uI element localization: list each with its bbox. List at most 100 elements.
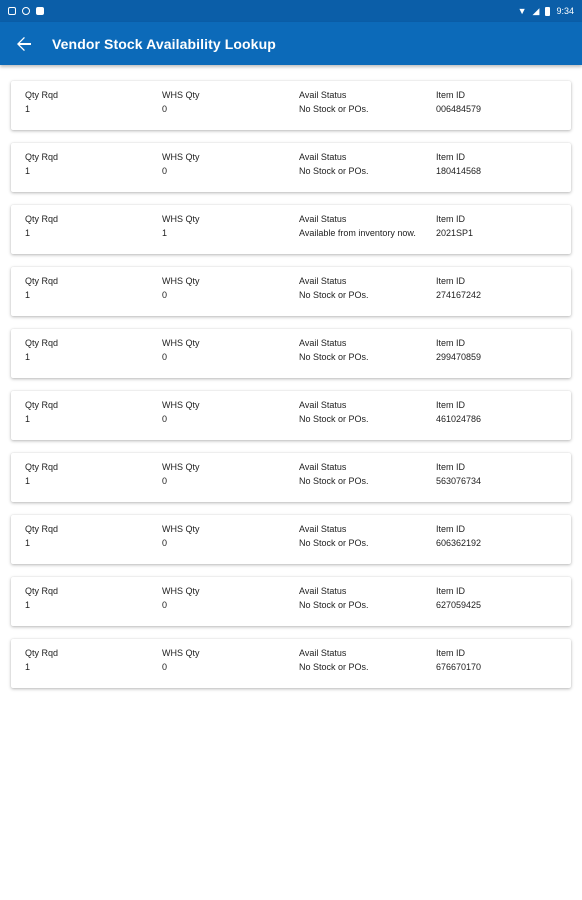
item-id-label: Item ID (436, 90, 466, 100)
item-id-label: Item ID (436, 462, 466, 472)
avail-status-cell: Avail Status No Stock or POs. (299, 648, 436, 688)
item-id-value: 563076734 (436, 476, 482, 486)
qty-rqd-value: 1 (25, 290, 31, 300)
item-id-label: Item ID (436, 276, 466, 286)
item-id-value: 2021SP1 (436, 228, 474, 238)
item-id-cell: Item ID 299470859 (436, 338, 571, 378)
qty-rqd-cell: Qty Rqd 1 (25, 152, 162, 192)
qty-rqd-value: 1 (25, 662, 31, 672)
item-id-cell: Item ID 606362192 (436, 524, 571, 564)
list-item[interactable]: Qty Rqd 1 WHS Qty 0 Avail Status No Stock or … (11, 515, 571, 564)
avail-status-label: Avail Status (299, 648, 347, 658)
avail-status-value: No Stock or POs. (299, 662, 369, 672)
qty-rqd-value: 1 (25, 538, 31, 548)
qty-rqd-label: Qty Rqd (25, 524, 59, 534)
whs-qty-label: WHS Qty (162, 276, 200, 286)
whs-qty-cell: WHS Qty 0 (162, 524, 299, 564)
avail-status-cell: Avail Status No Stock or POs. (299, 400, 436, 440)
qty-rqd-value: 1 (25, 414, 31, 424)
qty-rqd-label: Qty Rqd (25, 152, 59, 162)
avail-status-label: Avail Status (299, 462, 347, 472)
list-item[interactable]: Qty Rqd 1 WHS Qty 0 Avail Status No Stock or … (11, 391, 571, 440)
item-id-cell: Item ID 180414568 (436, 152, 571, 192)
list-item[interactable]: Qty Rqd 1 WHS Qty 0 Avail Status No Stock or … (11, 267, 571, 316)
qty-rqd-label: Qty Rqd (25, 276, 59, 286)
avail-status-label: Avail Status (299, 338, 347, 348)
avail-status-cell: Avail Status No Stock or POs. (299, 152, 436, 192)
item-id-cell: Item ID 2021SP1 (436, 214, 571, 254)
whs-qty-label: WHS Qty (162, 338, 200, 348)
item-id-label: Item ID (436, 214, 466, 224)
status-icons-left (8, 7, 44, 15)
status-icons-right: ▼ ◢ 9:34 (518, 6, 574, 17)
qty-rqd-value: 1 (25, 166, 31, 176)
item-id-cell: Item ID 274167242 (436, 276, 571, 316)
item-id-cell: Item ID 676670170 (436, 648, 571, 688)
list-item[interactable]: Qty Rqd 1 WHS Qty 0 Avail Status No Stock or … (11, 453, 571, 502)
list-item[interactable]: Qty Rqd 1 WHS Qty 0 Avail Status No Stock or … (11, 639, 571, 688)
avail-status-value: No Stock or POs. (299, 600, 369, 610)
item-id-value: 180414568 (436, 166, 482, 176)
sd-card-icon (36, 7, 44, 15)
whs-qty-cell: WHS Qty 0 (162, 90, 299, 130)
signal-icon: ◢ (532, 5, 540, 16)
avail-status-value: No Stock or POs. (299, 352, 369, 362)
item-id-label: Item ID (436, 648, 466, 658)
list-item[interactable]: Qty Rqd 1 WHS Qty 0 Avail Status No Stock or … (11, 143, 571, 192)
qty-rqd-cell: Qty Rqd 1 (25, 586, 162, 626)
list-item[interactable]: Qty Rqd 1 WHS Qty 1 Avail Status Available fr… (11, 205, 571, 254)
arrow-left-icon[interactable] (12, 32, 36, 56)
avail-status-value: No Stock or POs. (299, 166, 369, 176)
battery-icon (545, 6, 551, 16)
clock: 9:34 (556, 6, 574, 16)
whs-qty-value: 1 (162, 228, 168, 238)
qty-rqd-label: Qty Rqd (25, 400, 59, 410)
whs-qty-value: 0 (162, 166, 168, 176)
item-id-cell: Item ID 627059425 (436, 586, 571, 626)
whs-qty-label: WHS Qty (162, 462, 200, 472)
avail-status-value: No Stock or POs. (299, 104, 369, 114)
avail-status-value: No Stock or POs. (299, 538, 369, 548)
item-id-value: 627059425 (436, 600, 482, 610)
qty-rqd-value: 1 (25, 352, 31, 362)
avail-status-cell: Avail Status No Stock or POs. (299, 586, 436, 626)
list-item[interactable]: Qty Rqd 1 WHS Qty 0 Avail Status No Stock or … (11, 81, 571, 130)
whs-qty-value: 0 (162, 414, 168, 424)
item-id-label: Item ID (436, 152, 466, 162)
qty-rqd-label: Qty Rqd (25, 648, 59, 658)
avail-status-cell: Avail Status No Stock or POs. (299, 276, 436, 316)
whs-qty-value: 0 (162, 476, 168, 486)
avail-status-cell: Avail Status No Stock or POs. (299, 524, 436, 564)
whs-qty-cell: WHS Qty 0 (162, 400, 299, 440)
status-bar: ▼ ◢ 9:34 (0, 0, 582, 22)
qty-rqd-cell: Qty Rqd 1 (25, 648, 162, 688)
whs-qty-label: WHS Qty (162, 90, 200, 100)
qty-rqd-cell: Qty Rqd 1 (25, 90, 162, 130)
list-item[interactable]: Qty Rqd 1 WHS Qty 0 Avail Status No Stock or … (11, 577, 571, 626)
qty-rqd-label: Qty Rqd (25, 586, 59, 596)
item-id-cell: Item ID 461024786 (436, 400, 571, 440)
avail-status-cell: Avail Status No Stock or POs. (299, 462, 436, 502)
whs-qty-cell: WHS Qty 0 (162, 586, 299, 626)
item-id-label: Item ID (436, 524, 466, 534)
list-item[interactable]: Qty Rqd 1 WHS Qty 0 Avail Status No Stock or … (11, 329, 571, 378)
item-id-cell: Item ID 563076734 (436, 462, 571, 502)
avail-status-label: Avail Status (299, 90, 347, 100)
avail-status-label: Avail Status (299, 524, 347, 534)
whs-qty-cell: WHS Qty 1 (162, 214, 299, 254)
whs-qty-label: WHS Qty (162, 214, 200, 224)
item-id-cell: Item ID 006484579 (436, 90, 571, 130)
stock-list: Qty Rqd 1 WHS Qty 0 Avail Status No Stock or … (0, 65, 582, 688)
avail-status-cell: Avail Status No Stock or POs. (299, 338, 436, 378)
qty-rqd-cell: Qty Rqd 1 (25, 400, 162, 440)
qty-rqd-label: Qty Rqd (25, 462, 59, 472)
qty-rqd-value: 1 (25, 476, 31, 486)
avail-status-label: Avail Status (299, 214, 347, 224)
whs-qty-label: WHS Qty (162, 152, 200, 162)
avail-status-value: No Stock or POs. (299, 476, 369, 486)
avail-status-cell: Avail Status Available from inventory now… (299, 214, 436, 254)
avail-status-value: Available from inventory now. (299, 228, 416, 238)
whs-qty-cell: WHS Qty 0 (162, 276, 299, 316)
notification-icon (8, 7, 16, 15)
whs-qty-label: WHS Qty (162, 524, 200, 534)
